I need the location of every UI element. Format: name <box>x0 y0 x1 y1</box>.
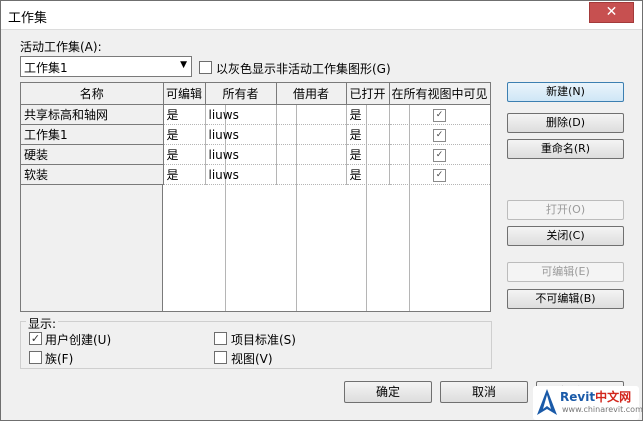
families-label: 族(F) <box>45 352 74 366</box>
close-icon: ✕ <box>605 4 618 20</box>
visible-cell: ✓ <box>389 104 490 125</box>
editable-cell[interactable]: 是 <box>163 124 206 145</box>
watermark-brand: Revit中文网 <box>560 388 631 405</box>
visible-checkbox[interactable]: ✓ <box>433 148 446 162</box>
borrower-cell <box>276 124 347 145</box>
visible-checkbox[interactable]: ✓ <box>433 108 446 122</box>
revit-logo-icon <box>537 389 557 415</box>
table-header-row: 名称 可编辑 所有者 借用者 已打开 在所有视图中可见 <box>21 83 490 105</box>
gray-inactive-checkbox[interactable] <box>199 61 212 74</box>
column-header-opened[interactable]: 已打开 <box>346 83 390 105</box>
project-standards-label: 项目标准(S) <box>231 333 296 347</box>
workset-grid: 名称 可编辑 所有者 借用者 已打开 在所有视图中可见 共享标高和轴网 是 li… <box>21 83 490 185</box>
watermark-url: www.chinarevit.com <box>562 405 643 414</box>
column-header-name[interactable]: 名称 <box>21 83 164 105</box>
ok-button[interactable]: 确定 <box>344 381 432 403</box>
non-editable-button[interactable]: 不可编辑(B) <box>507 289 624 309</box>
column-header-owner[interactable]: 所有者 <box>205 83 277 105</box>
visible-checkbox[interactable]: ✓ <box>433 168 446 182</box>
workset-name-cell[interactable]: 软装 <box>21 164 164 185</box>
column-header-visible[interactable]: 在所有视图中可见 <box>389 83 490 105</box>
owner-cell: liuws <box>205 124 277 145</box>
active-workset-value: 工作集1 <box>24 61 68 75</box>
borrower-cell <box>276 144 347 165</box>
new-button[interactable]: 新建(N) <box>507 82 624 102</box>
workset-table[interactable]: 名称 可编辑 所有者 借用者 已打开 在所有视图中可见 共享标高和轴网 是 li… <box>20 82 491 312</box>
opened-cell[interactable]: 是 <box>346 144 390 165</box>
user-created-label: 用户创建(U) <box>45 333 112 347</box>
column-header-borrower[interactable]: 借用者 <box>276 83 347 105</box>
active-workset-label: 活动工作集(A): <box>20 40 102 54</box>
delete-button[interactable]: 删除(D) <box>507 113 624 133</box>
cancel-button[interactable]: 取消 <box>440 381 528 403</box>
visible-cell: ✓ <box>389 124 490 145</box>
user-created-checkbox[interactable]: ✓ <box>29 332 42 345</box>
owner-cell: liuws <box>205 104 277 125</box>
project-standards-checkbox[interactable] <box>214 332 227 345</box>
opened-cell[interactable]: 是 <box>346 104 390 125</box>
opened-cell[interactable]: 是 <box>346 164 390 185</box>
revit-watermark-logo: Revit中文网 www.chinarevit.com <box>533 386 643 420</box>
workset-name-cell[interactable]: 工作集1 <box>21 124 164 145</box>
column-header-editable[interactable]: 可编辑 <box>163 83 206 105</box>
check-icon: ✓ <box>30 332 41 345</box>
active-workset-dropdown[interactable]: 工作集1 ▼ <box>20 56 192 77</box>
views-label: 视图(V) <box>231 352 273 366</box>
owner-cell: liuws <box>205 144 277 165</box>
close-workset-button[interactable]: 关闭(C) <box>507 226 624 246</box>
editable-cell[interactable]: 是 <box>163 164 206 185</box>
borrower-cell <box>276 164 347 185</box>
chevron-down-icon: ▼ <box>180 60 187 70</box>
rename-button[interactable]: 重命名(R) <box>507 139 624 159</box>
visible-cell: ✓ <box>389 164 490 185</box>
borrower-cell <box>276 104 347 125</box>
display-label: 显示: <box>26 315 59 332</box>
watermark-brand-cn: 中文网 <box>595 390 632 404</box>
table-row[interactable]: 共享标高和轴网 是 liuws 是 ✓ <box>21 104 490 125</box>
workset-name-cell[interactable]: 硬装 <box>21 144 164 165</box>
editable-cell[interactable]: 是 <box>163 104 206 125</box>
window-title: 工作集 <box>8 11 48 26</box>
owner-cell: liuws <box>205 164 277 185</box>
families-checkbox[interactable] <box>29 351 42 364</box>
visible-checkbox[interactable]: ✓ <box>433 128 446 142</box>
table-row[interactable]: 硬装 是 liuws 是 ✓ <box>21 144 490 165</box>
table-row[interactable]: 工作集1 是 liuws 是 ✓ <box>21 124 490 145</box>
workset-name-cell[interactable]: 共享标高和轴网 <box>21 104 164 125</box>
visible-cell: ✓ <box>389 144 490 165</box>
opened-cell[interactable]: 是 <box>346 124 390 145</box>
open-button[interactable]: 打开(O) <box>507 200 624 220</box>
editable-button[interactable]: 可编辑(E) <box>507 262 624 282</box>
editable-cell[interactable]: 是 <box>163 144 206 165</box>
gray-inactive-label: 以灰色显示非活动工作集图形(G) <box>216 62 391 76</box>
close-button[interactable]: ✕ <box>589 2 634 23</box>
title-bar[interactable]: 工作集 ✕ <box>0 0 643 30</box>
watermark-brand-en: Revit <box>560 390 596 404</box>
table-row[interactable]: 软装 是 liuws 是 ✓ <box>21 164 490 185</box>
views-checkbox[interactable] <box>214 351 227 364</box>
